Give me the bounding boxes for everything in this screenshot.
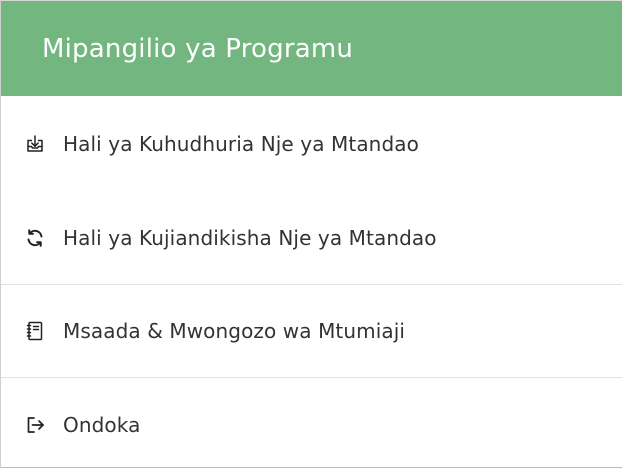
logout-icon xyxy=(24,414,46,436)
menu-item-label: Ondoka xyxy=(63,412,141,437)
menu-item-logout[interactable]: Ondoka xyxy=(1,378,622,468)
menu-item-help-guide[interactable]: Msaada & Mwongozo wa Mtumiaji xyxy=(1,285,622,378)
page-title: Mipangilio ya Programu xyxy=(42,33,354,64)
header-bar: Mipangilio ya Programu xyxy=(1,0,622,96)
notebook-icon xyxy=(24,320,46,342)
menu-item-offline-attendance[interactable]: Hali ya Kuhudhuria Nje ya Mtandao xyxy=(1,96,622,192)
app-settings-screen: Mipangilio ya Programu Hali ya Kuhudhuri… xyxy=(0,0,622,468)
menu-item-offline-registration[interactable]: Hali ya Kujiandikisha Nje ya Mtandao xyxy=(1,192,622,285)
settings-menu: Hali ya Kuhudhuria Nje ya Mtandao Hali y… xyxy=(1,96,622,468)
download-tray-icon xyxy=(24,133,46,155)
menu-item-label: Hali ya Kuhudhuria Nje ya Mtandao xyxy=(63,132,419,156)
sync-icon xyxy=(24,227,46,249)
menu-item-label: Msaada & Mwongozo wa Mtumiaji xyxy=(63,319,406,343)
menu-item-label: Hali ya Kujiandikisha Nje ya Mtandao xyxy=(63,226,437,250)
